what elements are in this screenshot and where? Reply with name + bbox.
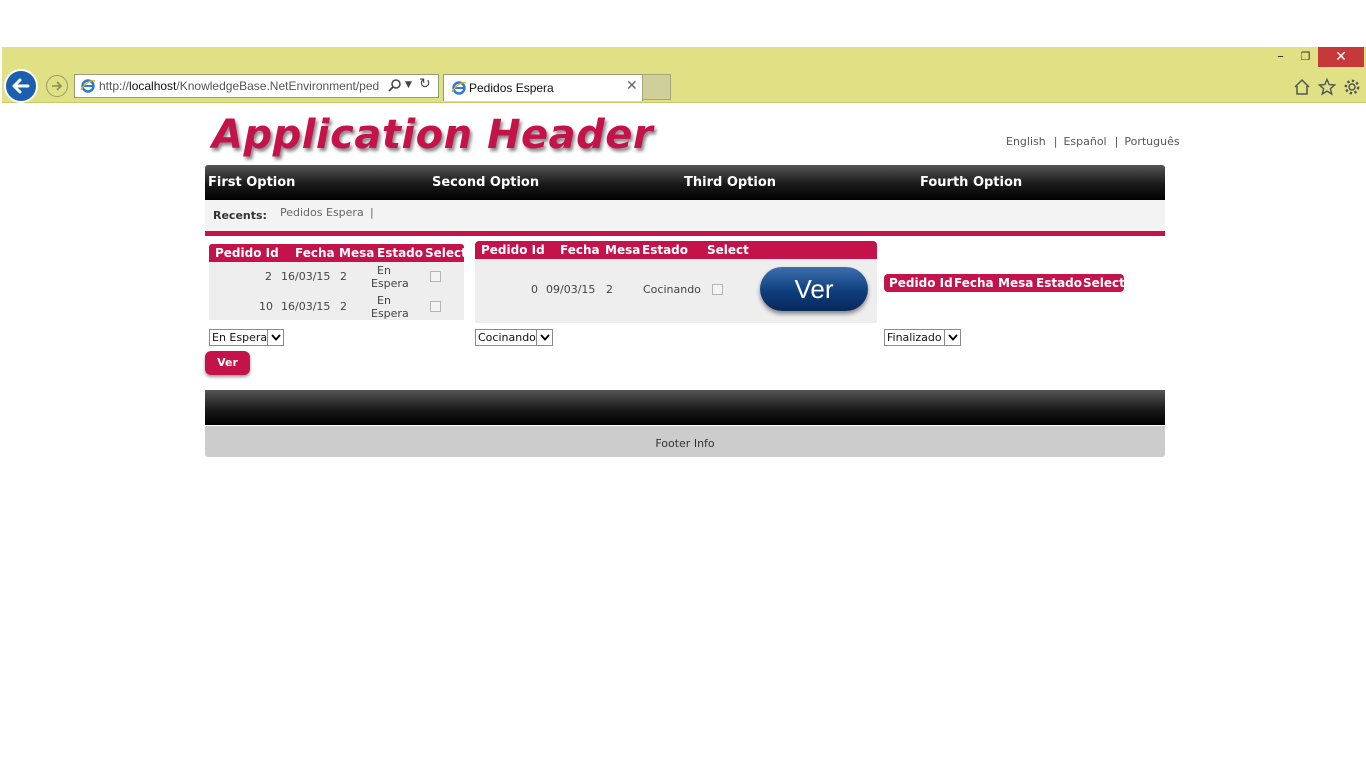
refresh-icon[interactable]: ↻	[419, 76, 431, 92]
select-value: En Espera	[212, 331, 268, 344]
home-icon[interactable]	[1292, 77, 1312, 97]
cell-mesa: 2	[606, 283, 613, 296]
lang-separator: |	[1053, 135, 1058, 148]
footer-bar	[205, 390, 1165, 425]
url-text[interactable]: http://localhost/KnowledgeBase.NetEnviro…	[99, 79, 384, 93]
url-host: localhost	[129, 79, 177, 93]
new-tab-button[interactable]	[642, 74, 671, 100]
main-menu: First Option Second Option Third Option …	[205, 165, 1165, 200]
grid-body: 2 16/03/15 2 En Espera 10 16/03/15 2 En …	[209, 262, 464, 320]
col-pedido-id: Pedido Id	[481, 243, 545, 257]
cell-pedido-id: 10	[259, 300, 273, 313]
chevron-down-icon[interactable]	[267, 330, 283, 345]
footer: Footer Info	[205, 426, 1165, 457]
url-path: /KnowledgeBase.NetEnvironment/ped	[176, 79, 380, 93]
ie-logo-icon	[80, 79, 96, 93]
recents-label: Recents:	[213, 209, 267, 222]
grid-header: Pedido Id Fecha Mesa Estado Select	[209, 244, 467, 262]
col-pedido-id: Pedido Id	[215, 246, 279, 260]
row-select-checkbox[interactable]	[430, 301, 441, 312]
cell-estado-line1: En	[377, 264, 391, 277]
forward-button[interactable]	[46, 75, 68, 97]
col-estado: Estado	[642, 243, 689, 257]
col-mesa: Mesa	[339, 246, 375, 260]
close-window-button[interactable]: ✕	[1318, 47, 1364, 67]
menu-item-fourth-option[interactable]: Fourth Option	[920, 175, 1022, 190]
star-icon[interactable]	[1317, 77, 1337, 97]
lang-portugues-link[interactable]: Português	[1124, 135, 1179, 148]
cell-estado-line1: En	[377, 294, 391, 307]
cell-estado-line2: Espera	[371, 307, 409, 320]
recents-separator: |	[370, 206, 374, 219]
ver-button-cocinando[interactable]: Ver	[760, 267, 868, 311]
cell-fecha: 16/03/15	[281, 300, 331, 313]
cell-mesa: 2	[340, 300, 347, 313]
col-select: Select	[1083, 276, 1125, 290]
menu-item-first-option[interactable]: First Option	[208, 175, 295, 190]
chevron-down-icon[interactable]	[536, 330, 552, 345]
arrow-right-icon	[52, 81, 63, 91]
row-select-checkbox[interactable]	[712, 284, 723, 295]
cell-mesa: 2	[340, 270, 347, 283]
col-fecha: Fecha	[954, 276, 994, 290]
cell-estado: Cocinando	[643, 283, 701, 296]
col-estado: Estado	[377, 246, 424, 260]
grid-body: 0 09/03/15 2 Cocinando Ver	[475, 259, 877, 323]
grid-header: Pedido Id Fecha Mesa Estado Select	[884, 274, 1125, 292]
back-button[interactable]	[4, 69, 38, 103]
cell-estado-line2: Espera	[371, 277, 409, 290]
ver-button[interactable]: Ver	[205, 351, 250, 375]
select-value: Cocinando	[478, 331, 536, 344]
gear-icon[interactable]	[1342, 77, 1362, 97]
col-pedido-id: Pedido Id	[889, 276, 953, 290]
lang-separator: |	[1114, 135, 1119, 148]
cell-fecha: 09/03/15	[546, 283, 596, 296]
page-title: Application Header	[212, 112, 654, 158]
col-select: Select	[707, 243, 749, 257]
cell-pedido-id: 0	[531, 283, 538, 296]
estado-filter-select-espera[interactable]: En Espera	[209, 329, 284, 346]
lang-espanol-link[interactable]: Español	[1063, 135, 1106, 148]
menu-item-second-option[interactable]: Second Option	[432, 175, 539, 190]
cell-pedido-id: 2	[265, 270, 272, 283]
address-bar[interactable]: http://localhost/KnowledgeBase.NetEnviro…	[74, 74, 439, 98]
menu-item-third-option[interactable]: Third Option	[684, 175, 776, 190]
footer-info: Footer Info	[655, 437, 715, 450]
recents-item-pedidos-espera[interactable]: Pedidos Espera	[280, 206, 364, 219]
url-prefix: http://	[99, 79, 130, 93]
ie-logo-icon	[451, 81, 467, 95]
col-fecha: Fecha	[560, 243, 600, 257]
cocinando-grid: Pedido Id Fecha Mesa Estado Select 0 09/…	[475, 241, 877, 323]
language-selector: English | Español | Português	[1006, 135, 1180, 148]
espera-grid: Pedido Id Fecha Mesa Estado Select 2 16/…	[209, 244, 467, 320]
tab-pedidos-espera[interactable]: Pedidos Espera ✕	[443, 74, 643, 101]
recents-bar: Recents: Pedidos Espera |	[205, 200, 1165, 236]
minimize-button[interactable]: –	[1267, 47, 1294, 67]
browser-chrome: – ❐ ✕ http://localhost/KnowledgeBase.Net…	[2, 47, 1366, 103]
cell-fecha: 16/03/15	[281, 270, 331, 283]
row-select-checkbox[interactable]	[430, 271, 441, 282]
select-value: Finalizado	[887, 331, 942, 344]
close-tab-icon[interactable]: ✕	[626, 78, 638, 94]
dropdown-arrow-icon[interactable]: ▼	[405, 80, 412, 90]
search-icon[interactable]	[387, 78, 402, 93]
finalizado-grid: Pedido Id Fecha Mesa Estado Select	[884, 274, 1125, 292]
col-fecha: Fecha	[295, 246, 335, 260]
col-select: Select	[425, 246, 467, 260]
col-mesa: Mesa	[998, 276, 1034, 290]
col-mesa: Mesa	[605, 243, 641, 257]
tab-title: Pedidos Espera	[469, 81, 554, 95]
estado-filter-select-cocinando[interactable]: Cocinando	[475, 329, 553, 346]
estado-filter-select-finalizado[interactable]: Finalizado	[884, 329, 961, 346]
arrow-left-icon	[12, 78, 30, 94]
chevron-down-icon[interactable]	[944, 330, 960, 345]
grid-header: Pedido Id Fecha Mesa Estado Select	[475, 241, 877, 259]
col-estado: Estado	[1036, 276, 1083, 290]
restore-button[interactable]: ❐	[1292, 47, 1319, 67]
lang-english-link[interactable]: English	[1006, 135, 1046, 148]
